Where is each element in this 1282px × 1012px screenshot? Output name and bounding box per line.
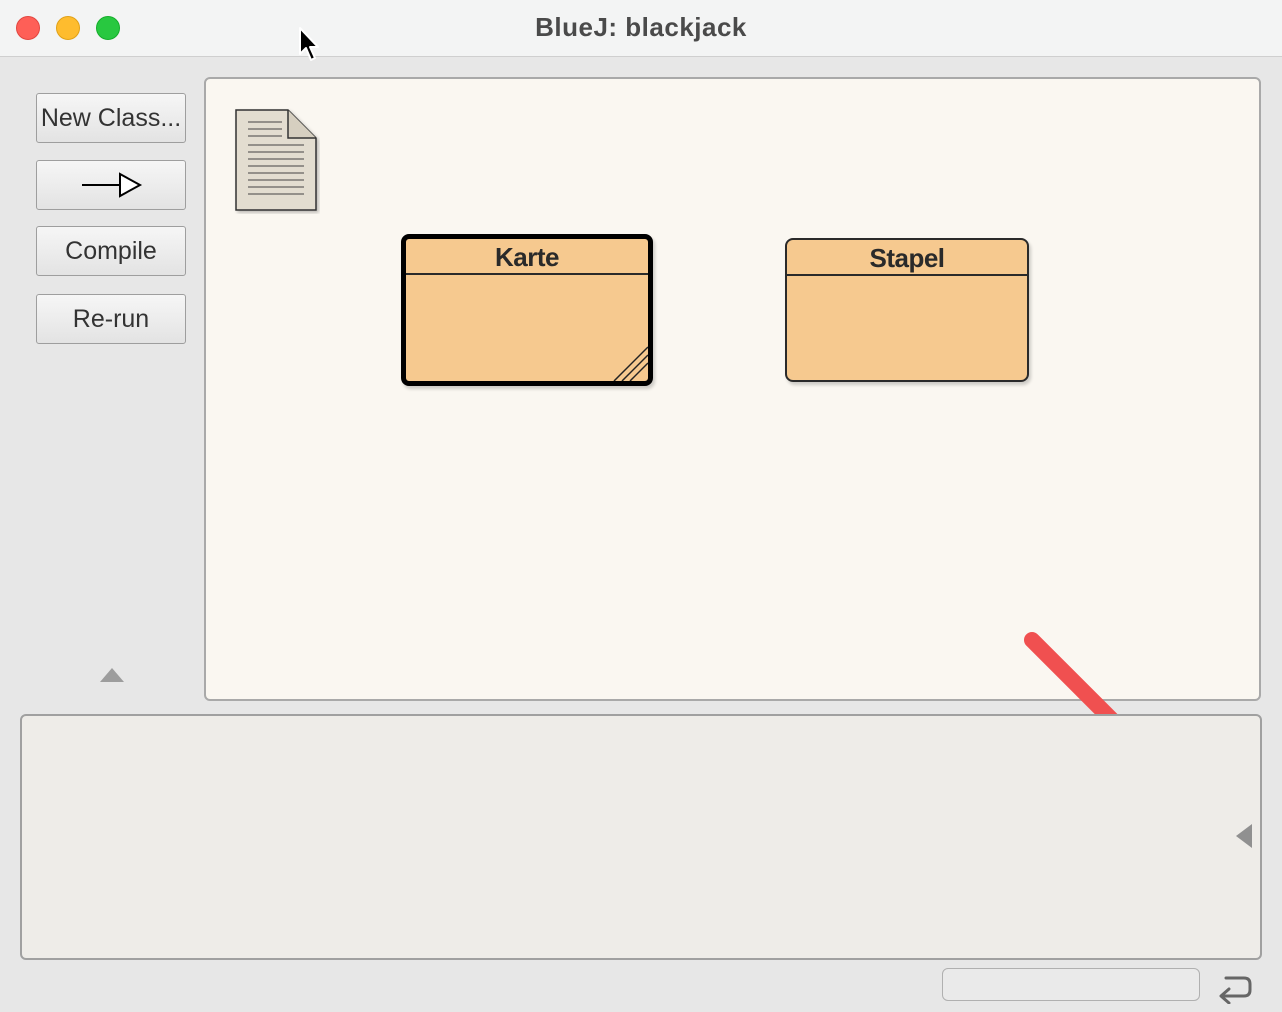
- readme-document-icon[interactable]: [234, 108, 320, 214]
- class-name: Stapel: [787, 240, 1027, 276]
- uncompiled-hatch-icon: [613, 346, 648, 381]
- show-codepad-toggle[interactable]: [1236, 824, 1252, 848]
- class-diagram-area[interactable]: [204, 77, 1261, 701]
- class-name: Karte: [406, 239, 648, 275]
- compile-button[interactable]: Compile: [36, 226, 186, 276]
- mouse-cursor-icon: [299, 27, 319, 61]
- class-stapel[interactable]: Stapel: [785, 238, 1029, 382]
- show-test-panel-toggle[interactable]: [100, 668, 124, 682]
- inheritance-arrow-icon: [82, 172, 143, 198]
- rerun-button[interactable]: Re-run: [36, 294, 186, 344]
- class-karte[interactable]: Karte: [401, 234, 653, 386]
- window-title: BlueJ: blackjack: [535, 12, 747, 42]
- object-bench[interactable]: [20, 714, 1262, 960]
- status-field[interactable]: [942, 968, 1200, 1001]
- new-class-button[interactable]: New Class...: [36, 93, 186, 143]
- return-arrow-icon[interactable]: [1216, 970, 1254, 1004]
- title-bar: BlueJ: blackjack: [0, 0, 1282, 57]
- inheritance-arrow-button[interactable]: [36, 160, 186, 210]
